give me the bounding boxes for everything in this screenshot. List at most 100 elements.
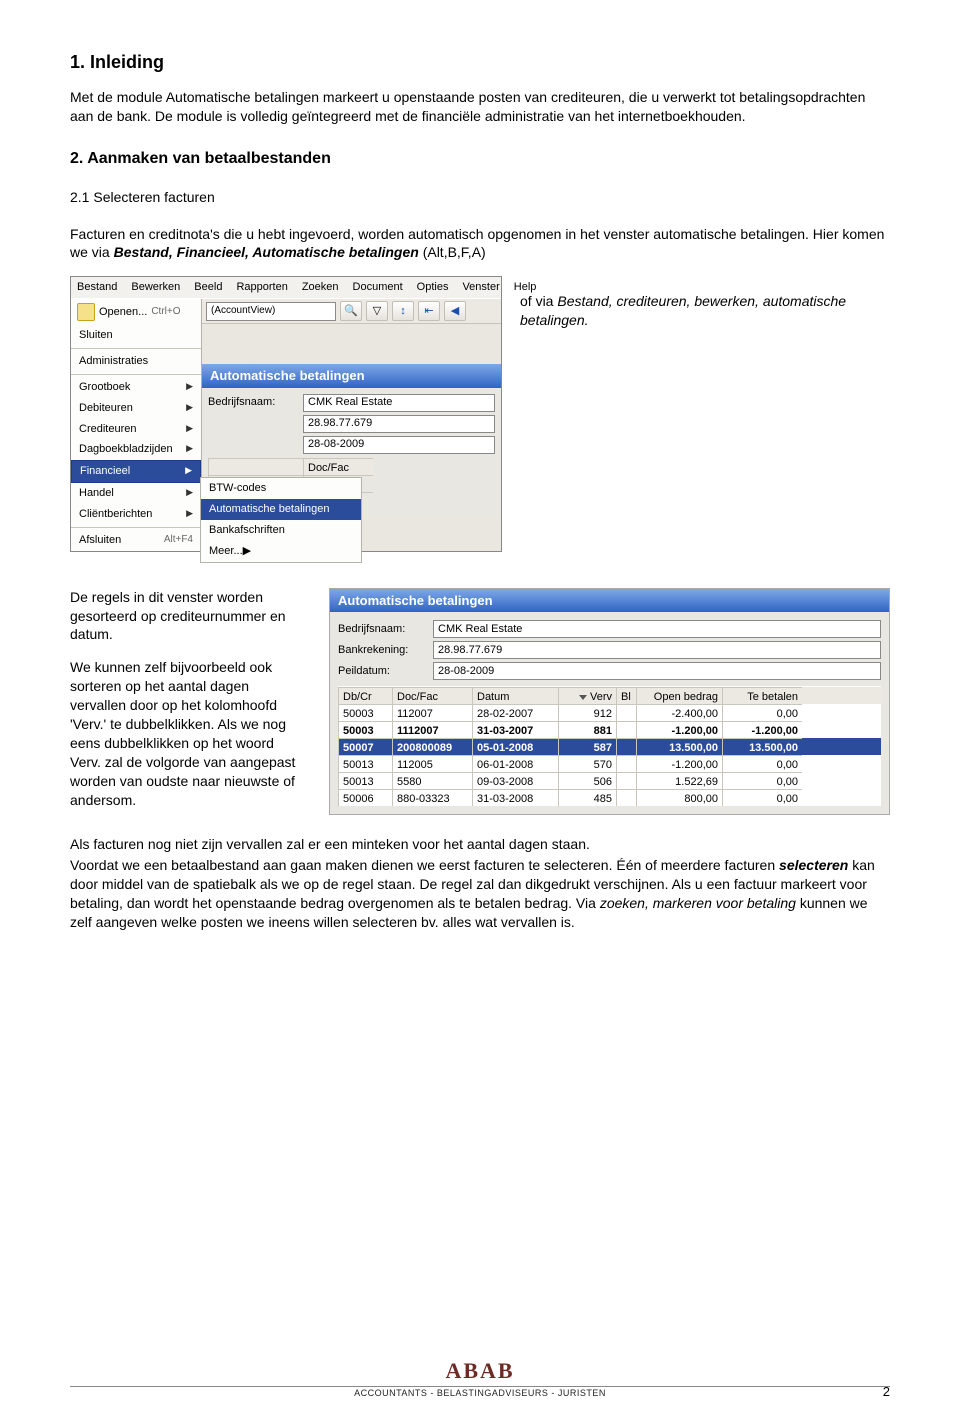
table-cell — [616, 738, 636, 755]
table-header-docfac[interactable]: Doc/Fac — [303, 458, 373, 475]
menu-item-sluiten[interactable]: Sluiten — [71, 325, 201, 346]
submenu-arrow-icon: ▶ — [186, 422, 193, 434]
table-cell: 0,00 — [722, 772, 802, 789]
bankrekening-field[interactable]: 28.98.77.679 — [433, 641, 881, 659]
table-header[interactable] — [208, 458, 303, 475]
menubar-item[interactable]: Venster — [460, 279, 501, 296]
menu-item-crediteuren[interactable]: Crediteuren▶ — [71, 419, 201, 440]
menu-item-label: Cliëntberichten — [79, 508, 152, 520]
menu-shortcut: Ctrl+O — [151, 305, 180, 319]
table-cell: 200800089 — [392, 738, 472, 755]
bedrijfsnaam-field[interactable]: CMK Real Estate — [303, 394, 495, 412]
table-cell: 50003 — [338, 704, 392, 721]
table-row[interactable]: 50013558009-03-20085061.522,690,00 — [338, 772, 881, 789]
table-cell: -1.200,00 — [636, 721, 722, 738]
menu-item-label: Afsluiten — [79, 534, 121, 546]
table-cell: 570 — [558, 755, 616, 772]
table-cell: 31-03-2007 — [472, 721, 558, 738]
account-select[interactable]: (AccountView) — [206, 302, 336, 321]
peildatum-field[interactable]: 28-08-2009 — [433, 662, 881, 680]
column-header-datum[interactable]: Datum — [472, 687, 558, 704]
field-label: Bedrijfsnaam: — [208, 395, 303, 410]
table-row[interactable]: 5001311200506-01-2008570-1.200,000,00 — [338, 755, 881, 772]
column-header-verv[interactable]: Verv — [558, 687, 616, 704]
minteken-paragraph: Als facturen nog niet zijn vervallen zal… — [70, 835, 890, 854]
table-cell — [616, 755, 636, 772]
table-cell: 0,00 — [722, 755, 802, 772]
abab-logo: ABAB — [70, 1356, 890, 1386]
table-cell: 881 — [558, 721, 616, 738]
window-title: Automatische betalingen — [330, 589, 889, 613]
intro-paragraph: Met de module Automatische betalingen ma… — [70, 88, 890, 126]
menu-item-grootboek[interactable]: Grootboek▶ — [71, 377, 201, 398]
menu-item-label: Debiteuren — [79, 402, 133, 414]
table-cell: 50003 — [338, 721, 392, 738]
submenu-item-bankafschriften[interactable]: Bankafschriften — [201, 520, 361, 541]
submenu-item-btw[interactable]: BTW-codes — [201, 478, 361, 499]
bedrijfsnaam-field[interactable]: CMK Real Estate — [433, 620, 881, 638]
submenu-arrow-icon: ▶ — [186, 401, 193, 413]
page-footer: ABAB ACCOUNTANTS - BELASTINGADVISEURS - … — [70, 1356, 890, 1399]
menubar-item[interactable]: Zoeken — [300, 279, 341, 296]
submenu-item-autobetalingen[interactable]: Automatische betalingen — [201, 499, 361, 520]
menu-item-label: Handel — [79, 487, 114, 499]
sort-paragraph-2: We kunnen zelf bijvoorbeeld ook sorteren… — [70, 658, 305, 809]
table-cell: 50013 — [338, 755, 392, 772]
table-row[interactable]: 5000720080008905-01-200858713.500,0013.5… — [338, 738, 881, 755]
menubar-item[interactable]: Bewerken — [129, 279, 182, 296]
menubar-item[interactable]: Beeld — [192, 279, 224, 296]
binoculars-icon[interactable]: 🔍 — [340, 301, 362, 321]
menubar-item[interactable]: Rapporten — [234, 279, 289, 296]
datum-field[interactable]: 28-08-2009 — [303, 436, 495, 454]
table-cell — [616, 704, 636, 721]
figure1-caption: of via Bestand, crediteuren, bewerken, a… — [520, 276, 890, 330]
table-row[interactable]: 50006880-0332331-03-2008485800,000,00 — [338, 789, 881, 806]
field-label-bankrekening: Bankrekening: — [338, 643, 433, 658]
menu-item-administraties[interactable]: Administraties — [71, 351, 201, 372]
menu-divider — [71, 374, 201, 375]
table-cell — [616, 721, 636, 738]
menu-divider — [71, 527, 201, 528]
table-cell: 506 — [558, 772, 616, 789]
column-header-docfac[interactable]: Doc/Fac — [392, 687, 472, 704]
nav-first-icon[interactable]: ⇤ — [418, 301, 440, 321]
menu-item-handel[interactable]: Handel▶ — [71, 483, 201, 504]
menubar-item[interactable]: Document — [351, 279, 405, 296]
column-header-label: Verv — [590, 691, 612, 703]
table-row[interactable]: 50003111200731-03-2007881-1.200,00-1.200… — [338, 721, 881, 738]
open-icon — [77, 303, 95, 321]
menu-item-clientberichten[interactable]: Cliëntberichten▶ — [71, 504, 201, 525]
rekening-field[interactable]: 28.98.77.679 — [303, 415, 495, 433]
column-header-tebetalen[interactable]: Te betalen — [722, 687, 802, 704]
column-header-bl[interactable]: Bl — [616, 687, 636, 704]
selecteren-paragraph: Voordat we een betaalbestand aan gaan ma… — [70, 856, 890, 932]
table-cell: 0,00 — [722, 789, 802, 806]
file-menu: Openen... Ctrl+O Sluiten Administraties … — [71, 299, 202, 550]
field-label-peildatum: Peildatum: — [338, 664, 433, 679]
menu-item-afsluiten[interactable]: AfsluitenAlt+F4 — [71, 530, 201, 551]
menu-divider — [71, 348, 201, 349]
table-cell: 112005 — [392, 755, 472, 772]
menubar-item[interactable]: Bestand — [75, 279, 119, 296]
menu-item-label: Grootboek — [79, 381, 130, 393]
menu-item-debiteuren[interactable]: Debiteuren ▶ — [71, 398, 201, 419]
menu-item-dagboek[interactable]: Dagboekbladzijden▶ — [71, 439, 201, 460]
column-header-dbcr[interactable]: Db/Cr — [338, 687, 392, 704]
table-cell: 05-01-2008 — [472, 738, 558, 755]
subsection-number: 2.1 Selecteren facturen — [70, 189, 215, 205]
menu-item-open[interactable]: Openen... Ctrl+O — [71, 299, 201, 325]
table-cell: 31-03-2008 — [472, 789, 558, 806]
table-row[interactable]: 5000311200728-02-2007912-2.400,000,00 — [338, 704, 881, 721]
submenu-arrow-icon: ▶ — [186, 442, 193, 454]
field-label-bedrijfsnaam: Bedrijfsnaam: — [338, 622, 433, 637]
submenu-item-meer[interactable]: Meer...▶ — [201, 541, 361, 562]
menubar-item[interactable]: Opties — [415, 279, 451, 296]
menu-item-financieel[interactable]: Financieel▶ — [71, 460, 201, 483]
sort-asc-icon[interactable]: ↕ — [392, 301, 414, 321]
table-cell: 50006 — [338, 789, 392, 806]
table-cell: 112007 — [392, 704, 472, 721]
column-header-open[interactable]: Open bedrag — [636, 687, 722, 704]
nav-prev-icon[interactable]: ◀ — [444, 301, 466, 321]
filter-icon[interactable]: ▽ — [366, 301, 388, 321]
table-cell: 485 — [558, 789, 616, 806]
